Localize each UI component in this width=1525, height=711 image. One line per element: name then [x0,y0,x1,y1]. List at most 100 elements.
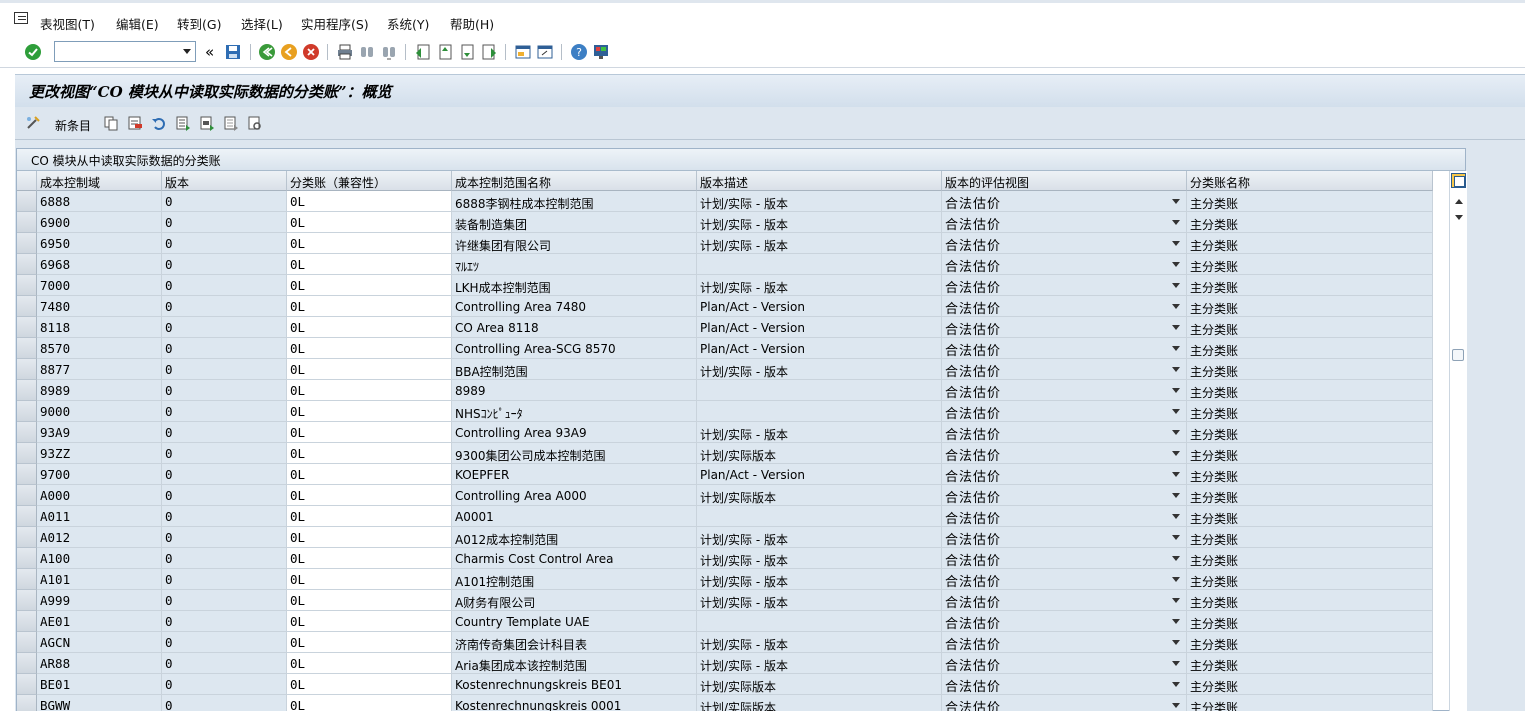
cell-ledger-compat[interactable]: 0L [287,296,452,317]
cell-valuation-view[interactable]: 合法估价 [942,464,1187,485]
chevron-down-icon[interactable] [1172,451,1180,456]
row-selector[interactable] [17,527,37,548]
cell-valuation-view[interactable]: 合法估价 [942,674,1187,695]
row-selector[interactable] [17,548,37,569]
cell-ledger-compat[interactable]: 0L [287,548,452,569]
column-header-version-desc[interactable]: 版本描述 [697,171,942,191]
prev-page-icon[interactable] [436,43,454,61]
last-page-icon[interactable] [480,43,498,61]
cell-ledger-compat[interactable]: 0L [287,422,452,443]
menu-goto[interactable]: 转到(G) [177,14,221,33]
chevron-down-icon[interactable] [1172,325,1180,330]
row-selector[interactable] [17,422,37,443]
cell-valuation-view[interactable]: 合法估价 [942,548,1187,569]
row-selector[interactable] [17,380,37,401]
row-selector[interactable] [17,464,37,485]
new-entries-button[interactable]: 新条目 [55,117,91,134]
chevron-down-icon[interactable] [183,49,191,54]
menu-edit[interactable]: 编辑(E) [116,14,159,33]
menu-table-view[interactable]: 表视图(T) [40,14,95,33]
column-header-ledger-compat[interactable]: 分类账（兼容性） [287,171,452,191]
select-all-corner[interactable] [17,171,37,191]
new-entries-icon[interactable] [25,115,41,131]
column-header-ledger-name[interactable]: 分类账名称 [1187,171,1433,191]
cell-ledger-compat[interactable]: 0L [287,485,452,506]
table-settings-icon[interactable] [1451,173,1466,188]
next-page-icon[interactable] [458,43,476,61]
cell-valuation-view[interactable]: 合法估价 [942,401,1187,422]
cell-valuation-view[interactable]: 合法估价 [942,443,1187,464]
row-selector[interactable] [17,359,37,380]
shortcut-icon[interactable] [536,43,554,61]
cancel-icon[interactable] [302,43,320,61]
chevron-down-icon[interactable] [1172,199,1180,204]
deselect-all-icon[interactable] [223,115,239,131]
cell-ledger-compat[interactable]: 0L [287,527,452,548]
row-selector[interactable] [17,401,37,422]
cell-valuation-view[interactable]: 合法估价 [942,254,1187,275]
cell-ledger-compat[interactable]: 0L [287,653,452,674]
row-selector[interactable] [17,212,37,233]
row-selector[interactable] [17,569,37,590]
row-selector[interactable] [17,233,37,254]
copy-as-icon[interactable] [103,115,119,131]
menu-utilities[interactable]: 实用程序(S) [301,14,369,33]
cell-valuation-view[interactable]: 合法估价 [942,359,1187,380]
menu-help[interactable]: 帮助(H) [450,14,494,33]
cell-valuation-view[interactable]: 合法估价 [942,506,1187,527]
select-details-icon[interactable] [247,115,263,131]
row-selector[interactable] [17,296,37,317]
cell-valuation-view[interactable]: 合法估价 [942,338,1187,359]
chevron-down-icon[interactable] [1172,535,1180,540]
cell-valuation-view[interactable]: 合法估价 [942,317,1187,338]
save-icon[interactable] [224,43,242,61]
vertical-scrollbar[interactable] [1449,171,1467,711]
cell-ledger-compat[interactable]: 0L [287,317,452,338]
cell-ledger-compat[interactable]: 0L [287,338,452,359]
cell-ledger-compat[interactable]: 0L [287,443,452,464]
cell-valuation-view[interactable]: 合法估价 [942,485,1187,506]
row-selector[interactable] [17,485,37,506]
cell-ledger-compat[interactable]: 0L [287,212,452,233]
chevron-down-icon[interactable] [1172,472,1180,477]
row-selector[interactable] [17,275,37,296]
select-block-icon[interactable] [199,115,215,131]
cell-ledger-compat[interactable]: 0L [287,233,452,254]
exit-icon[interactable] [280,43,298,61]
scroll-thumb[interactable] [1452,349,1464,361]
layout-icon[interactable] [592,43,610,61]
row-selector[interactable] [17,317,37,338]
print-icon[interactable] [336,43,354,61]
nav-back-glyph[interactable]: « [205,43,214,61]
chevron-down-icon[interactable] [1172,598,1180,603]
cell-valuation-view[interactable]: 合法估价 [942,380,1187,401]
column-header-valuation-view[interactable]: 版本的评估视图 [942,171,1187,191]
undo-icon[interactable] [151,115,167,131]
chevron-down-icon[interactable] [1172,640,1180,645]
cell-ledger-compat[interactable]: 0L [287,191,452,212]
cell-valuation-view[interactable]: 合法估价 [942,422,1187,443]
cell-ledger-compat[interactable]: 0L [287,401,452,422]
menu-app-icon[interactable] [14,12,28,24]
select-all-icon[interactable] [175,115,191,131]
cell-ledger-compat[interactable]: 0L [287,254,452,275]
cell-valuation-view[interactable]: 合法估价 [942,527,1187,548]
chevron-down-icon[interactable] [1172,388,1180,393]
cell-ledger-compat[interactable]: 0L [287,590,452,611]
cell-ledger-compat[interactable]: 0L [287,674,452,695]
chevron-down-icon[interactable] [1172,661,1180,666]
chevron-down-icon[interactable] [1172,346,1180,351]
new-session-icon[interactable] [514,43,532,61]
cell-ledger-compat[interactable]: 0L [287,695,452,711]
column-header-co-area-name[interactable]: 成本控制范围名称 [452,171,697,191]
row-selector[interactable] [17,338,37,359]
chevron-down-icon[interactable] [1172,304,1180,309]
first-page-icon[interactable] [414,43,432,61]
cell-valuation-view[interactable]: 合法估价 [942,695,1187,711]
chevron-down-icon[interactable] [1172,619,1180,624]
cell-valuation-view[interactable]: 合法估价 [942,653,1187,674]
cell-ledger-compat[interactable]: 0L [287,506,452,527]
chevron-down-icon[interactable] [1172,493,1180,498]
scroll-up-icon[interactable] [1455,199,1463,204]
scroll-down-icon[interactable] [1455,215,1463,220]
